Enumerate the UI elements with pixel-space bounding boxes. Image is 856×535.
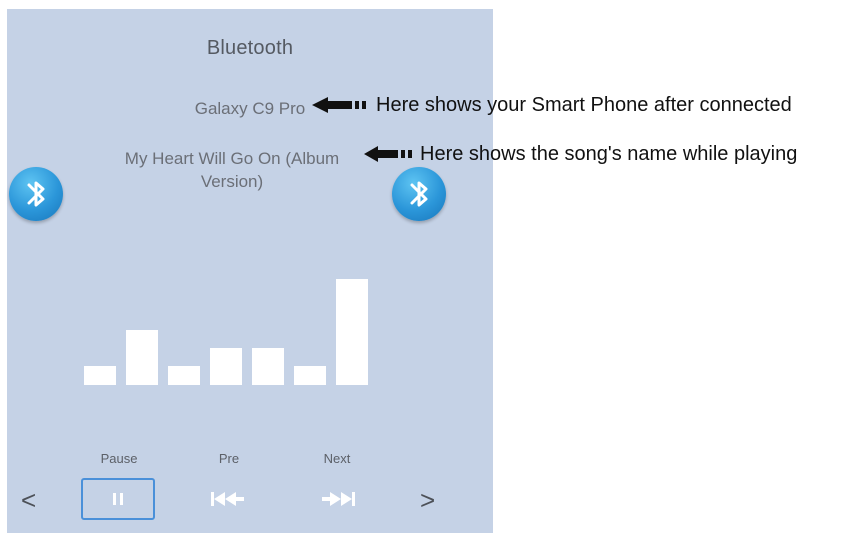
song-annotation-text: Here shows the song's name while playing [420,142,798,165]
equalizer-bar [168,366,200,385]
previous-page-arrow[interactable]: < [21,487,36,513]
bluetooth-icon[interactable] [9,167,63,221]
arrow-left-icon [364,146,412,162]
pause-button[interactable] [81,478,155,520]
equalizer-bar [210,348,242,385]
pause-icon [113,493,123,505]
next-page-arrow[interactable]: > [420,487,435,513]
next-track-button[interactable] [300,478,374,520]
prev-label: Pre [218,451,240,466]
page-title: Bluetooth [206,37,294,59]
skip-previous-icon [211,492,244,506]
equalizer-bar [252,348,284,385]
equalizer-bar [294,366,326,385]
equalizer-bar [84,366,116,385]
previous-track-button[interactable] [192,478,266,520]
song-name: My Heart Will Go On (Album Version) [124,149,340,191]
pause-label: Pause [100,451,138,466]
skip-next-icon [322,492,355,506]
song-annotation: Here shows the song's name while playing [364,142,797,166]
next-label: Next [323,451,351,466]
phone-annotation: Here shows your Smart Phone after connec… [312,93,792,117]
bluetooth-icon[interactable] [392,167,446,221]
phone-annotation-text: Here shows your Smart Phone after connec… [376,93,792,116]
arrow-left-icon [312,97,366,113]
equalizer-bar [336,279,368,385]
equalizer-bar [126,330,158,385]
player-screen: Bluetooth Galaxy C9 Pro My Heart Will Go… [7,9,493,533]
